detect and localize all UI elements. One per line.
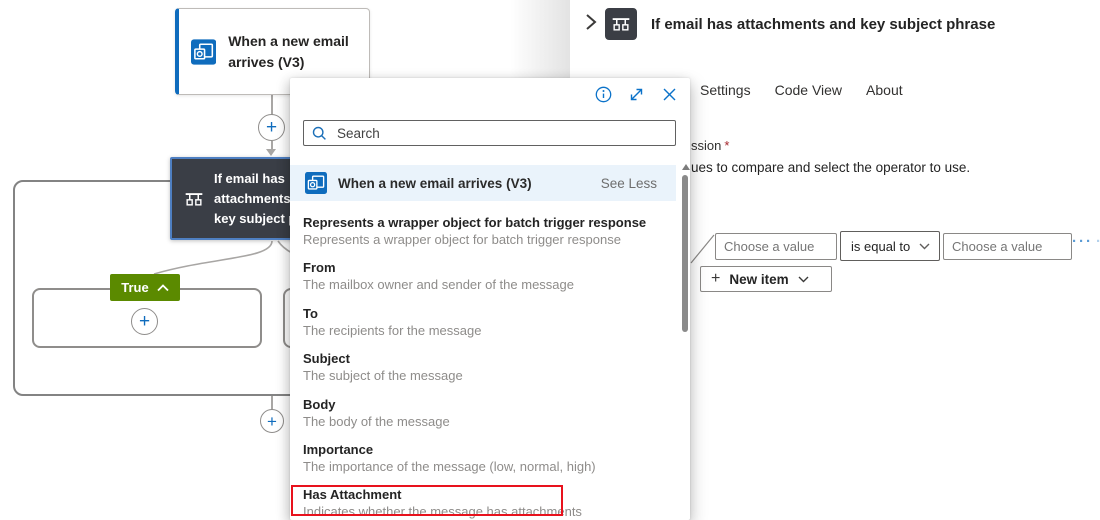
arrow-down-icon — [266, 149, 276, 156]
trigger-title: When a new email arrives (V3) — [228, 31, 359, 73]
flow-designer-screen: When a new email arrives (V3) + If email… — [0, 0, 1100, 520]
list-item-from[interactable]: From The mailbox owner and sender of the… — [290, 258, 674, 303]
dynamic-content-source-row[interactable]: When a new email arrives (V3) See Less — [290, 165, 676, 201]
list-item-body[interactable]: Body The body of the message — [290, 395, 674, 440]
see-less-button[interactable]: See Less — [601, 176, 657, 191]
dynamic-content-list: Represents a wrapper object for batch tr… — [290, 213, 674, 520]
operator-value: is equal to — [851, 239, 910, 254]
required-asterisk: * — [724, 138, 729, 153]
popup-actions — [595, 86, 678, 103]
chevron-down-icon — [798, 276, 809, 283]
source-row-title: When a new email arrives (V3) — [338, 176, 590, 191]
search-icon — [312, 126, 327, 141]
condition-right-value-input[interactable] — [943, 233, 1072, 260]
panel-tabs: Settings Code View About — [700, 82, 903, 98]
panel-collapse-chevron-icon[interactable] — [584, 12, 604, 34]
list-item-wrapper-object[interactable]: Represents a wrapper object for batch tr… — [290, 213, 674, 258]
scrollbar-up-arrow[interactable] — [682, 164, 690, 170]
info-icon[interactable] — [595, 86, 612, 103]
condition-left-value-input[interactable] — [715, 233, 837, 260]
condition-icon — [184, 189, 204, 209]
expression-label-fragment: ssion* — [691, 138, 729, 153]
condition-panel-icon — [605, 8, 637, 40]
chevron-down-icon — [919, 243, 930, 250]
dynamic-content-popup: When a new email arrives (V3) See Less R… — [290, 78, 690, 520]
row-more-options-ellipsis-faint: · — [1096, 233, 1100, 250]
connector-frame-to-plus — [271, 396, 273, 410]
list-item-importance[interactable]: Importance The importance of the message… — [290, 440, 674, 485]
search-box — [303, 120, 676, 146]
tab-settings[interactable]: Settings — [700, 82, 751, 98]
search-input[interactable] — [337, 126, 667, 141]
expand-icon[interactable] — [628, 86, 645, 103]
outlook-icon — [305, 172, 327, 194]
popup-scrollbar-thumb[interactable] — [682, 175, 688, 332]
true-branch-badge[interactable]: True — [110, 274, 180, 301]
panel-title: If email has attachments and key subject… — [651, 16, 995, 33]
row-more-options-ellipsis[interactable]: ··· — [1072, 233, 1093, 250]
plus-icon: + — [266, 118, 277, 137]
plus-icon: + — [711, 271, 720, 287]
tab-about[interactable]: About — [866, 82, 903, 98]
insert-step-button-bottom[interactable]: + — [260, 409, 284, 433]
list-item-subject[interactable]: Subject The subject of the message — [290, 349, 674, 394]
tab-code-view[interactable]: Code View — [775, 82, 842, 98]
close-icon[interactable] — [661, 86, 678, 103]
operator-select[interactable]: is equal to — [840, 231, 940, 261]
new-item-label: New item — [729, 272, 788, 287]
insert-step-button-top[interactable]: + — [258, 114, 285, 141]
true-badge-label: True — [121, 280, 148, 295]
chevron-up-icon — [157, 284, 169, 292]
outlook-icon — [191, 39, 216, 65]
add-action-true-branch-button[interactable]: + — [131, 308, 158, 335]
expression-helper-text-fragment: ues to compare and select the operator t… — [691, 160, 970, 175]
list-item-has-attachment[interactable]: Has Attachment Indicates whether the mes… — [290, 485, 674, 520]
connector-trigger-to-plus — [271, 95, 273, 115]
new-item-button[interactable]: + New item — [700, 266, 832, 292]
plus-icon: + — [139, 312, 150, 331]
list-item-to[interactable]: To The recipients for the message — [290, 304, 674, 349]
plus-icon: + — [267, 413, 277, 430]
